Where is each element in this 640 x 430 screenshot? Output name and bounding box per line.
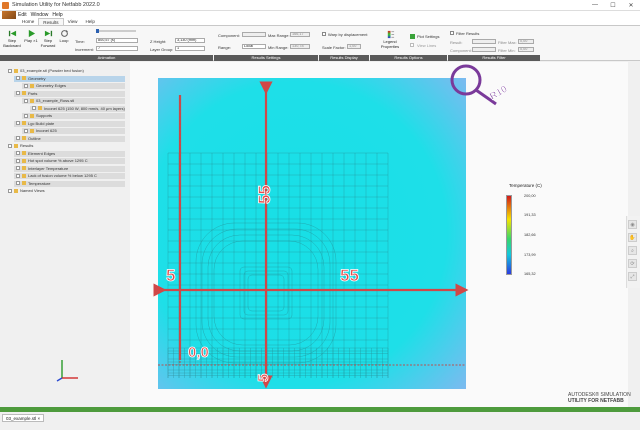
- autodesk-brand: AUTODESK® SIMULATION UTILITY FOR NETFABB: [568, 392, 631, 404]
- axis-triad-icon: [56, 360, 78, 382]
- legend-tick-1: 191,33: [524, 213, 536, 217]
- pan-icon[interactable]: ✋: [628, 233, 637, 242]
- dimension-label-vertical-55: 55: [255, 185, 274, 204]
- zoom-icon[interactable]: ⌕: [628, 246, 637, 255]
- dimension-label-horizontal-55: 55: [340, 266, 359, 285]
- dimension-overlay: 55 55 5 0,0 5 R10: [153, 64, 510, 389]
- legend-tick-0: 200,00: [524, 194, 536, 198]
- radius-annotation: [450, 64, 497, 106]
- legend-title: Temperature (C): [509, 183, 542, 188]
- orbit-icon[interactable]: ◉: [628, 220, 637, 229]
- rotate-icon[interactable]: ⟳: [628, 259, 637, 268]
- document-tab[interactable]: 03_example.stl ×: [2, 414, 45, 422]
- legend-tick-4: 165,32: [524, 272, 536, 276]
- dimension-label-left-5: 5: [166, 266, 175, 285]
- fit-icon[interactable]: ⤢: [628, 272, 637, 281]
- document-tabs: 03_example.stl ×: [0, 412, 640, 430]
- legend-tick-2: 182,66: [524, 233, 536, 237]
- dimension-label-bottom-5: 5: [255, 374, 272, 382]
- legend-tick-3: 173,99: [524, 253, 536, 257]
- origin-label: 0,0: [188, 344, 209, 361]
- radius-label-r10: R10: [488, 84, 510, 103]
- temperature-color-bar: [506, 195, 512, 275]
